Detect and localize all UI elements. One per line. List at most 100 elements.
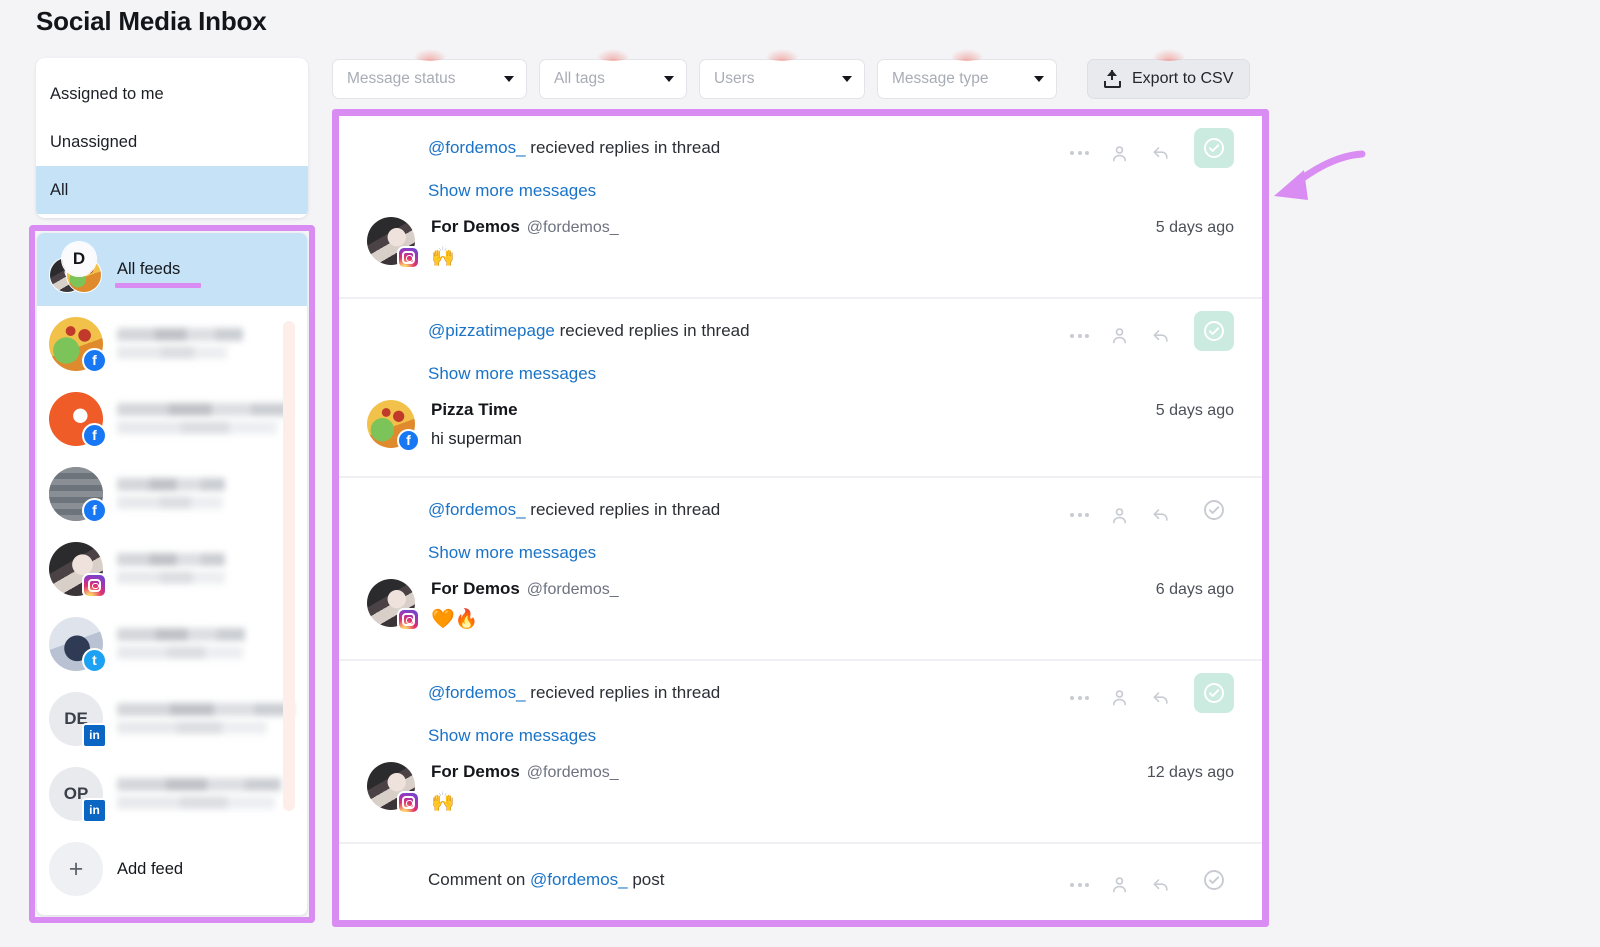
feed-item[interactable]: f	[37, 306, 307, 381]
more-options-icon[interactable]	[1070, 333, 1089, 338]
feed-item[interactable]	[37, 531, 307, 606]
message-actions	[1070, 500, 1234, 530]
message-card-partial[interactable]: Comment on @fordemos_ post	[339, 841, 1262, 900]
feed-avatar: t	[49, 616, 107, 673]
message-text: 🙌	[431, 247, 455, 268]
message-thread-handle[interactable]: @pizzatimepage	[428, 321, 555, 340]
message-timestamp: 5 days ago	[1155, 219, 1234, 236]
assign-user-icon[interactable]	[1109, 505, 1130, 526]
feed-avatar: f	[49, 391, 107, 448]
more-options-icon[interactable]	[1070, 695, 1089, 700]
plus-icon: +	[49, 842, 103, 896]
filter-message-type-label: Message type	[892, 70, 989, 87]
comment-suffix: post	[627, 869, 665, 889]
instagram-icon	[397, 246, 420, 269]
message-thread-handle[interactable]: @fordemos_	[428, 683, 526, 702]
message-thread-title: @fordemos_ recieved replies in thread	[428, 138, 720, 158]
filter-message-status[interactable]: Message status	[332, 49, 527, 99]
message-card[interactable]: @fordemos_ recieved replies in thread Sh…	[339, 658, 1262, 842]
message-author-handle: @fordemos_	[526, 219, 619, 236]
feed-item[interactable]: DE in	[37, 681, 307, 756]
message-author-avatar: f	[367, 399, 420, 452]
message-author-name: For Demos	[431, 761, 520, 781]
message-author-avatar	[367, 761, 420, 814]
filter-message-type[interactable]: Message type	[877, 49, 1057, 99]
assignment-item-assigned-to-me[interactable]: Assigned to me	[36, 70, 308, 118]
feed-item[interactable]: OP in	[37, 756, 307, 831]
cursor-blip	[595, 49, 631, 61]
purple-arrow-annotation	[1262, 148, 1372, 223]
message-thread-handle[interactable]: @fordemos_	[428, 500, 526, 519]
twitter-icon: t	[82, 647, 107, 673]
message-timestamp: 5 days ago	[1155, 401, 1234, 419]
feed-item-all-feeds[interactable]: D All feeds	[37, 233, 307, 306]
feed-avatar: DE in	[49, 691, 107, 748]
message-card[interactable]: @fordemos_ recieved replies in thread Sh…	[339, 476, 1262, 659]
show-more-messages-link[interactable]: Show more messages	[339, 351, 1262, 384]
feed-item[interactable]: f	[37, 381, 307, 456]
show-more-messages-link[interactable]: Show more messages	[339, 530, 1262, 563]
message-timestamp: 6 days ago	[1155, 581, 1234, 599]
feed-item[interactable]: t	[37, 606, 307, 681]
assignment-item-unassigned[interactable]: Unassigned	[36, 118, 308, 166]
message-author-handle: @fordemos_	[526, 581, 619, 599]
message-thread-title: @fordemos_ recieved replies in thread	[428, 500, 720, 520]
message-thread-suffix: recieved replies in thread	[525, 682, 721, 702]
mark-resolved-button[interactable]	[1194, 672, 1234, 713]
message-card[interactable]: @pizzatimepage recieved replies in threa…	[339, 296, 1262, 476]
assign-user-icon[interactable]	[1109, 325, 1130, 346]
cursor-blip	[411, 49, 448, 61]
feeds-panel: D All feeds f f f t DE in OP in + Add fe…	[37, 233, 307, 915]
instagram-icon	[397, 790, 420, 814]
more-options-icon[interactable]	[1070, 882, 1089, 887]
feed-name-redacted	[117, 703, 293, 734]
feed-item[interactable]: f	[37, 456, 307, 531]
feed-name-redacted	[117, 328, 243, 359]
reply-icon[interactable]	[1150, 326, 1172, 346]
linkedin-icon: in	[82, 722, 107, 748]
message-thread-handle[interactable]: @fordemos_	[428, 138, 526, 157]
messages-panel: @fordemos_ recieved replies in thread Sh…	[339, 116, 1262, 920]
message-actions	[1070, 672, 1234, 713]
message-thread-handle[interactable]: @fordemos_	[530, 870, 628, 889]
more-options-icon[interactable]	[1070, 151, 1089, 155]
filter-all-tags[interactable]: All tags	[539, 49, 687, 99]
message-author-name: For Demos	[431, 217, 520, 236]
facebook-icon: f	[82, 422, 107, 448]
mark-resolved-button[interactable]	[1194, 490, 1234, 530]
reply-icon[interactable]	[1150, 505, 1172, 525]
feed-name-redacted	[117, 478, 225, 509]
more-options-icon[interactable]	[1070, 513, 1089, 518]
assign-user-icon[interactable]	[1109, 874, 1130, 895]
mark-resolved-button[interactable]	[1194, 860, 1234, 900]
feed-name-redacted	[117, 778, 281, 809]
reply-icon[interactable]	[1150, 875, 1172, 895]
add-feed-label: Add feed	[117, 859, 184, 878]
mark-resolved-button[interactable]	[1194, 310, 1234, 351]
export-to-csv-button[interactable]: Export to CSV	[1087, 49, 1251, 99]
add-feed-button[interactable]: + Add feed	[37, 831, 307, 907]
show-more-messages-link[interactable]: Show more messages	[339, 713, 1262, 746]
chevron-down-icon	[1034, 76, 1044, 82]
filter-all-tags-label: All tags	[554, 70, 605, 87]
comment-prefix: Comment on	[428, 869, 531, 889]
message-card[interactable]: @fordemos_ recieved replies in thread Sh…	[339, 116, 1262, 297]
page-title: Social Media Inbox	[36, 6, 267, 36]
reply-icon[interactable]	[1150, 143, 1172, 163]
mark-resolved-button[interactable]	[1194, 128, 1234, 168]
assign-user-icon[interactable]	[1109, 687, 1130, 708]
linkedin-icon: in	[82, 797, 107, 823]
assign-user-icon[interactable]	[1109, 143, 1130, 164]
instagram-icon	[397, 608, 420, 632]
message-author-avatar	[367, 217, 420, 269]
filter-users[interactable]: Users	[699, 49, 865, 99]
message-thread-suffix: recieved replies in thread	[554, 320, 750, 340]
show-more-messages-link[interactable]: Show more messages	[339, 168, 1262, 201]
instagram-icon	[82, 572, 107, 598]
message-author-name: Pizza Time	[431, 399, 518, 419]
facebook-icon: f	[397, 428, 420, 452]
feed-avatar: f	[49, 316, 107, 373]
feeds-scrollbar[interactable]	[283, 321, 295, 811]
reply-icon[interactable]	[1150, 688, 1172, 708]
assignment-item-all[interactable]: All	[36, 166, 308, 214]
